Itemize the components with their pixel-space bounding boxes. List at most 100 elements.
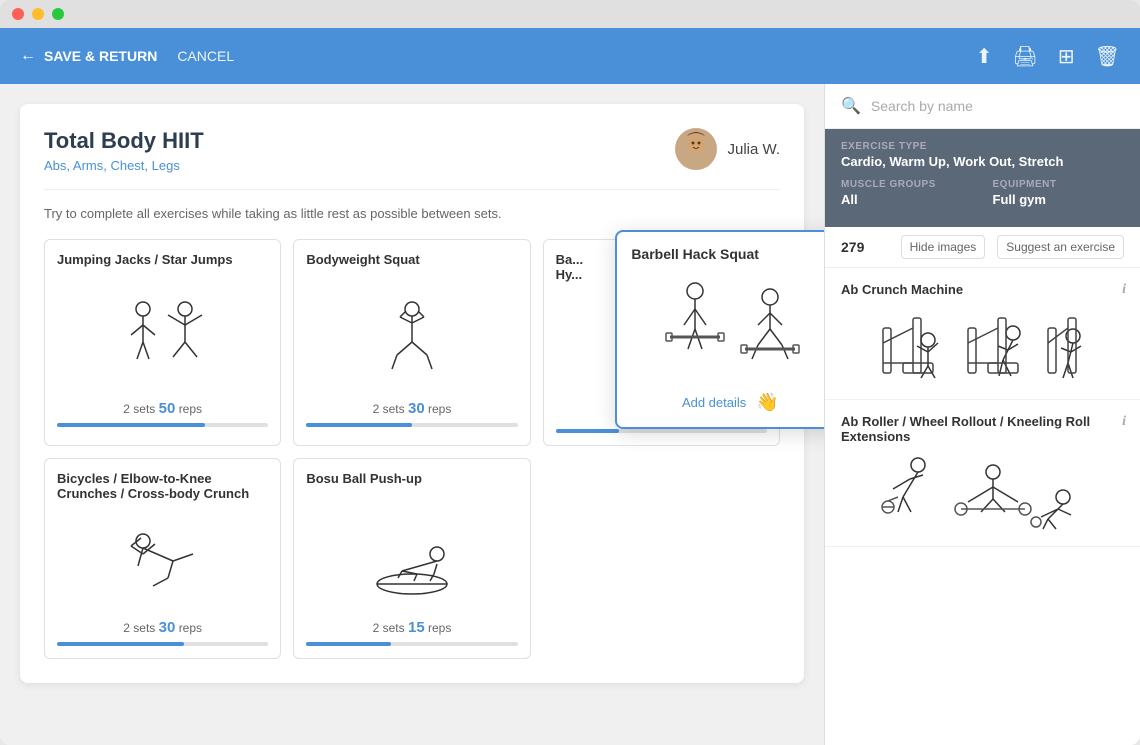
exercise-grid: Jumping Jacks / Star Jumps bbox=[44, 239, 780, 659]
exercise-type-value: Cardio, Warm Up, Work Out, Stretch bbox=[841, 154, 1063, 169]
back-arrow-icon: ← bbox=[20, 47, 36, 65]
filter-type-row: EXERCISE TYPE Cardio, Warm Up, Work Out,… bbox=[841, 141, 1124, 169]
main-content: Total Body HIIT Abs, Arms, Chest, Legs bbox=[0, 84, 1140, 745]
list-item-1[interactable]: Ab Crunch Machine i bbox=[825, 268, 1140, 400]
exercise-stats-1: 2 sets 50 reps bbox=[57, 400, 268, 417]
workout-tags: Abs, Arms, Chest, Legs bbox=[44, 158, 204, 173]
reps-label-1: reps bbox=[179, 402, 202, 416]
list-item-2[interactable]: Ab Roller / Wheel Rollout / Kneeling Rol… bbox=[825, 400, 1140, 547]
workout-description: Try to complete all exercises while taki… bbox=[44, 206, 780, 221]
toolbar-left: ← SAVE & RETURN CANCEL bbox=[20, 47, 234, 65]
minimize-dot[interactable] bbox=[32, 8, 44, 20]
title-bar bbox=[0, 0, 1140, 28]
app-window: ← SAVE & RETURN CANCEL ⬆ 🖨 ⊞ 🗑 Total Bod… bbox=[0, 0, 1140, 745]
hide-images-button[interactable]: Hide images bbox=[901, 235, 986, 259]
exercise-image-2 bbox=[306, 292, 517, 392]
exercise-progress-1 bbox=[57, 423, 268, 427]
exercise-progress-4 bbox=[57, 642, 268, 646]
exercise-stats-2: 2 sets 30 reps bbox=[306, 400, 517, 417]
filter-bottom-row: MUSCLE GROUPS All EQUIPMENT Full gym bbox=[841, 179, 1124, 207]
exercise-list: Ab Crunch Machine i bbox=[825, 268, 1140, 745]
exercise-name-1: Jumping Jacks / Star Jumps bbox=[57, 252, 268, 284]
save-return-button[interactable]: ← SAVE & RETURN bbox=[20, 47, 157, 65]
hand-icon: 👋 bbox=[756, 392, 778, 413]
muscle-group-value: All bbox=[841, 192, 973, 207]
toolbar-right: ⬆ 🖨 ⊞ 🗑 bbox=[976, 44, 1120, 69]
exercise-progress-5 bbox=[306, 642, 517, 646]
exercise-browser: 🔍 EXERCISE TYPE Cardio, Warm Up, Work Ou… bbox=[824, 84, 1140, 745]
popup-title: Barbell Hack Squat bbox=[631, 246, 824, 262]
exercise-name-5: Bosu Ball Push-up bbox=[306, 471, 517, 503]
popup-add-details-label: Add details bbox=[682, 395, 746, 410]
reps-2: 30 bbox=[408, 400, 425, 417]
suggest-exercise-button[interactable]: Suggest an exercise bbox=[997, 235, 1124, 259]
print-icon[interactable]: 🖨 bbox=[1012, 44, 1037, 69]
toolbar: ← SAVE & RETURN CANCEL ⬆ 🖨 ⊞ 🗑 bbox=[0, 28, 1140, 84]
exercise-count: 279 bbox=[841, 239, 864, 255]
layout-icon[interactable]: ⊞ bbox=[1058, 44, 1075, 69]
reps-label-5: reps bbox=[428, 621, 451, 635]
workout-card: Total Body HIIT Abs, Arms, Chest, Legs bbox=[20, 104, 804, 683]
stats-bar: 279 Hide images Suggest an exercise bbox=[825, 227, 1140, 268]
trainer-avatar bbox=[675, 128, 717, 170]
exercise-image-1 bbox=[57, 292, 268, 392]
muscle-group-filter: MUSCLE GROUPS All bbox=[841, 179, 973, 207]
reps-1: 50 bbox=[159, 400, 176, 417]
progress-fill-4 bbox=[57, 642, 184, 646]
exercise-type-label: EXERCISE TYPE bbox=[841, 141, 1063, 152]
filter-section: EXERCISE TYPE Cardio, Warm Up, Work Out,… bbox=[825, 129, 1140, 227]
popup-image bbox=[631, 272, 824, 382]
list-item-image-2 bbox=[841, 452, 1124, 532]
info-icon-2[interactable]: i bbox=[1122, 414, 1126, 430]
search-bar: 🔍 bbox=[825, 84, 1140, 129]
list-item-name-2: Ab Roller / Wheel Rollout / Kneeling Rol… bbox=[841, 414, 1124, 444]
progress-fill-1 bbox=[57, 423, 205, 427]
cancel-button[interactable]: CANCEL bbox=[177, 48, 234, 64]
reps-label-4: reps bbox=[179, 621, 202, 635]
exercise-card-5: Bosu Ball Push-up bbox=[293, 458, 530, 659]
exercise-card-2: Bodyweight Squat bbox=[293, 239, 530, 446]
workout-panel: Total Body HIIT Abs, Arms, Chest, Legs bbox=[0, 84, 824, 745]
list-item-image-1 bbox=[841, 305, 1124, 385]
sets-1: 2 bbox=[123, 402, 130, 416]
reps-5: 15 bbox=[408, 619, 425, 636]
exercise-type-filter: EXERCISE TYPE Cardio, Warm Up, Work Out,… bbox=[841, 141, 1063, 169]
exercise-card-1: Jumping Jacks / Star Jumps bbox=[44, 239, 281, 446]
info-icon-1[interactable]: i bbox=[1122, 282, 1126, 298]
share-icon[interactable]: ⬆ bbox=[976, 44, 993, 69]
workout-info: Total Body HIIT Abs, Arms, Chest, Legs bbox=[44, 128, 204, 173]
list-item-name-1: Ab Crunch Machine bbox=[841, 282, 1124, 297]
exercise-progress-2 bbox=[306, 423, 517, 427]
barbell-hack-squat-popup: Barbell Hack Squat bbox=[615, 230, 824, 429]
sets-4: 2 bbox=[123, 621, 130, 635]
workout-header: Total Body HIIT Abs, Arms, Chest, Legs bbox=[44, 128, 780, 190]
close-dot[interactable] bbox=[12, 8, 24, 20]
exercise-image-5 bbox=[306, 511, 517, 611]
exercise-card-3: Ba...Hy... bbox=[543, 239, 780, 446]
progress-fill-2 bbox=[306, 423, 412, 427]
exercise-stats-5: 2 sets 15 reps bbox=[306, 619, 517, 636]
exercise-card-4: Bicycles / Elbow-to-Knee Crunches / Cros… bbox=[44, 458, 281, 659]
search-input[interactable] bbox=[871, 98, 1124, 114]
popup-add-details-btn[interactable]: Add details 👋 bbox=[631, 392, 824, 413]
save-return-label: SAVE & RETURN bbox=[44, 48, 157, 64]
sets-2: 2 bbox=[373, 402, 380, 416]
trash-icon[interactable]: 🗑 bbox=[1095, 44, 1120, 69]
search-icon: 🔍 bbox=[841, 96, 861, 116]
exercise-progress-3 bbox=[556, 429, 767, 433]
exercise-stats-4: 2 sets 30 reps bbox=[57, 619, 268, 636]
equipment-filter: EQUIPMENT Full gym bbox=[993, 179, 1125, 207]
sets-5: 2 bbox=[373, 621, 380, 635]
reps-4: 30 bbox=[159, 619, 176, 636]
muscle-group-label: MUSCLE GROUPS bbox=[841, 179, 973, 190]
progress-fill-5 bbox=[306, 642, 391, 646]
equipment-label: EQUIPMENT bbox=[993, 179, 1125, 190]
trainer-info: Julia W. bbox=[675, 128, 780, 170]
equipment-value: Full gym bbox=[993, 192, 1125, 207]
reps-label-2: reps bbox=[428, 402, 451, 416]
exercise-image-4 bbox=[57, 511, 268, 611]
maximize-dot[interactable] bbox=[52, 8, 64, 20]
exercise-name-2: Bodyweight Squat bbox=[306, 252, 517, 284]
exercise-name-4: Bicycles / Elbow-to-Knee Crunches / Cros… bbox=[57, 471, 268, 503]
workout-title: Total Body HIIT bbox=[44, 128, 204, 154]
